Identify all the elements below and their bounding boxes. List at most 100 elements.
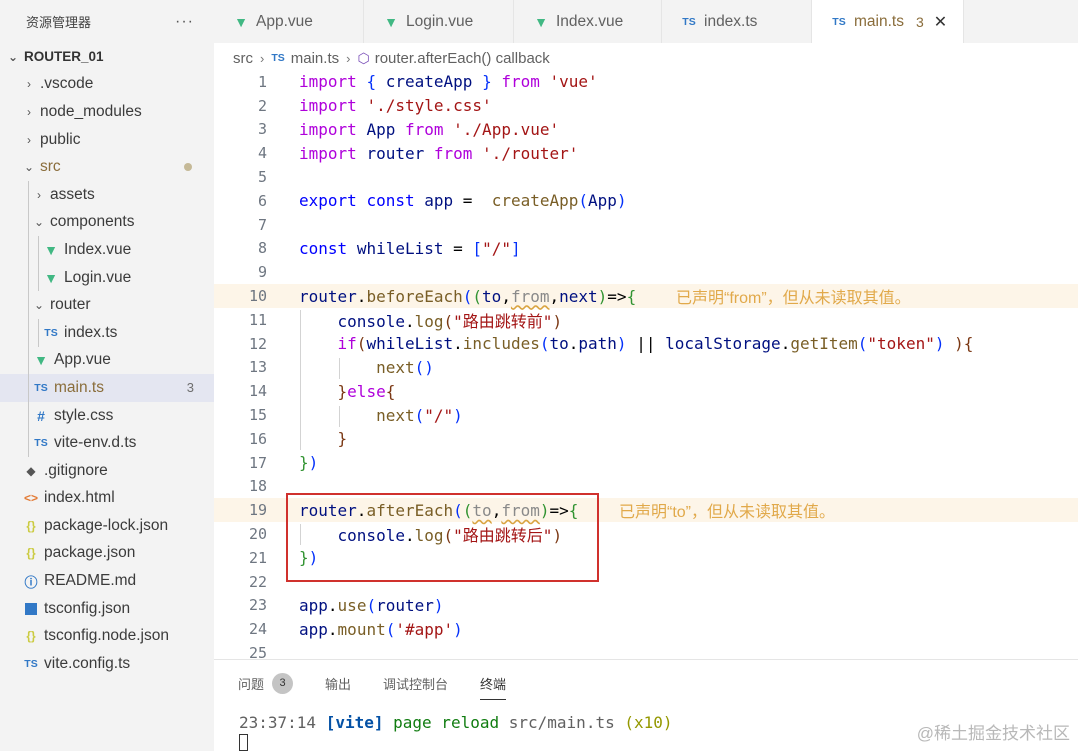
tab-main-ts[interactable]: TS main.ts 3 ✕	[812, 0, 964, 43]
code-line[interactable]: 9	[214, 260, 1078, 284]
tab-login-vue[interactable]: ▼ Login.vue	[364, 0, 514, 43]
vue-file-icon: ▼	[44, 269, 58, 286]
tree-item-vite-config-ts[interactable]: TS vite.config.ts	[0, 650, 214, 678]
code-line[interactable]: 15 next("/")	[214, 403, 1078, 427]
tree-item-app-vue[interactable]: ▼ App.vue	[0, 347, 214, 375]
line-number: 10	[248, 287, 267, 306]
tree-item-label: src	[40, 158, 61, 176]
terminal-cursor[interactable]	[239, 734, 248, 751]
line-number: 3	[257, 120, 267, 139]
code-line[interactable]: 14 }else{	[214, 379, 1078, 403]
code-line[interactable]: 4 import router from './router'	[214, 141, 1078, 165]
tab-debug-console[interactable]: 调试控制台	[383, 668, 448, 698]
code-line[interactable]: 25	[214, 641, 1078, 660]
tab-terminal[interactable]: 终端	[480, 668, 507, 700]
code-line[interactable]: 7	[214, 213, 1078, 237]
tree-indent-guide	[38, 236, 39, 292]
tree-item-index-ts[interactable]: TS index.ts	[0, 319, 214, 347]
tree-item-package-lock-json[interactable]: {} package-lock.json	[0, 512, 214, 540]
tree-item-package-json[interactable]: {} package.json	[0, 540, 214, 568]
html-file-icon: <>	[23, 491, 38, 506]
tree-item-router-01[interactable]: ⌄ ROUTER_01	[0, 43, 214, 71]
code-line[interactable]: 23 app.use(router)	[214, 594, 1078, 618]
terminal-path: src/main.ts	[508, 713, 615, 732]
code-line[interactable]: 12 if(whileList.includes(to.path) || loc…	[214, 332, 1078, 356]
code-line[interactable]: 2 import './style.css'	[214, 94, 1078, 118]
code-line[interactable]: 17 })	[214, 451, 1078, 475]
tree-item-router[interactable]: ⌄ router	[0, 291, 214, 319]
chevron-right-icon[interactable]: ›	[22, 133, 36, 147]
tree-item-public[interactable]: › public	[0, 126, 214, 154]
code-line[interactable]: 21 })	[214, 546, 1078, 570]
chevron-right-icon[interactable]: ›	[22, 105, 36, 119]
terminal-output-line: 23:37:14 [vite] page reload src/main.ts …	[239, 713, 673, 732]
tree-item-label: Login.vue	[64, 268, 132, 286]
line-number: 4	[257, 144, 267, 163]
close-icon[interactable]: ✕	[934, 12, 947, 32]
explorer-sidebar: 资源管理器 ··· ⌄ ROUTER_01 › .vscode › node_module…	[0, 0, 214, 751]
chevron-down-icon[interactable]: ⌄	[32, 215, 46, 229]
tree-item-label: .gitignore	[44, 461, 108, 479]
code-line[interactable]: 16 }	[214, 427, 1078, 451]
breadcrumb-src[interactable]: src	[233, 50, 253, 67]
code-line[interactable]: 8 const whileList = ["/"]	[214, 237, 1078, 261]
tree-item-label: .vscode	[40, 75, 94, 93]
chevron-down-icon[interactable]: ⌄	[32, 298, 46, 312]
tree-item-src[interactable]: ⌄ src	[0, 153, 214, 181]
unused-variable-warning: 已声明“from”，但从未读取其值。	[676, 290, 911, 308]
code-line[interactable]: 1 import { createApp } from 'vue'	[214, 70, 1078, 94]
tree-item-main-ts[interactable]: TS main.ts 3	[0, 374, 214, 402]
code-line[interactable]: 13 next()	[214, 356, 1078, 380]
tree-item-tsconfig-json[interactable]: tsconfig.json	[0, 595, 214, 623]
code-line-warning[interactable]: 10 router.beforeEach((to,from,next)=>{ 已…	[214, 284, 1078, 308]
tree-item-label: tsconfig.json	[44, 599, 131, 617]
tree-item-assets[interactable]: › assets	[0, 181, 214, 209]
tree-item-tsconfig-node-json[interactable]: {} tsconfig.node.json	[0, 622, 214, 650]
line-number: 24	[248, 620, 267, 639]
tab-label: Login.vue	[406, 12, 474, 30]
chevron-down-icon[interactable]: ⌄	[6, 50, 20, 64]
tree-item-index-html[interactable]: <> index.html	[0, 485, 214, 513]
chevron-right-icon[interactable]: ›	[32, 188, 46, 202]
tree-item-node-modules[interactable]: › node_modules	[0, 98, 214, 126]
code-line-warning[interactable]: 19 router.afterEach((to,from)=>{ 已声明“to”…	[214, 498, 1078, 523]
tab-index-ts[interactable]: TS index.ts	[662, 0, 812, 43]
json-file-icon: {}	[26, 629, 36, 644]
code-editor[interactable]: 1 import { createApp } from 'vue' 2 impo…	[214, 70, 1078, 660]
code-line[interactable]: 18	[214, 475, 1078, 499]
code-line[interactable]: 6 export const app = createApp(App)	[214, 189, 1078, 213]
chevron-down-icon[interactable]: ⌄	[22, 160, 36, 174]
git-file-icon: ◆	[26, 463, 36, 478]
line-number: 15	[248, 406, 267, 425]
terminal-message: page reload	[393, 713, 500, 732]
tree-item-readme-md[interactable]: ⓘ README.md	[0, 567, 214, 595]
code-line[interactable]: 20 console.log("路由跳转后")	[214, 522, 1078, 546]
panel-tabs: 问题 3 输出 调试控制台 终端	[214, 660, 1078, 706]
chevron-right-icon: ›	[346, 50, 351, 66]
method-cube-icon: ⬡	[357, 49, 370, 66]
tree-item-label: assets	[50, 185, 95, 203]
tree-item-vite-env-d-ts[interactable]: TS vite-env.d.ts	[0, 429, 214, 457]
chevron-right-icon[interactable]: ›	[22, 77, 36, 91]
tree-item-vscode[interactable]: › .vscode	[0, 71, 214, 99]
code-line[interactable]: 22	[214, 570, 1078, 594]
tree-item-components[interactable]: ⌄ components	[0, 209, 214, 237]
tree-item-gitignore[interactable]: ◆ .gitignore	[0, 457, 214, 485]
indent-guide	[300, 310, 301, 450]
breadcrumb-symbol[interactable]: router.afterEach() callback	[375, 50, 550, 67]
tree-item-style-css[interactable]: # style.css	[0, 402, 214, 430]
tab-output[interactable]: 输出	[325, 668, 351, 698]
tree-item-label: index.html	[44, 489, 115, 507]
breadcrumb-file[interactable]: main.ts	[291, 50, 339, 67]
tab-app-vue[interactable]: ▼ App.vue	[214, 0, 364, 43]
code-line[interactable]: 24 app.mount('#app')	[214, 617, 1078, 641]
tree-item-index-vue[interactable]: ▼ Index.vue	[0, 236, 214, 264]
code-line[interactable]: 5	[214, 165, 1078, 189]
tab-problems[interactable]: 问题 3	[238, 668, 294, 698]
code-line[interactable]: 11 console.log("路由跳转前")	[214, 308, 1078, 332]
tree-item-login-vue[interactable]: ▼ Login.vue	[0, 264, 214, 292]
more-actions-icon[interactable]: ···	[175, 13, 194, 31]
tab-index-vue[interactable]: ▼ Index.vue	[514, 0, 662, 43]
tree-item-label: public	[40, 130, 81, 148]
code-line[interactable]: 3 import App from './App.vue'	[214, 118, 1078, 142]
